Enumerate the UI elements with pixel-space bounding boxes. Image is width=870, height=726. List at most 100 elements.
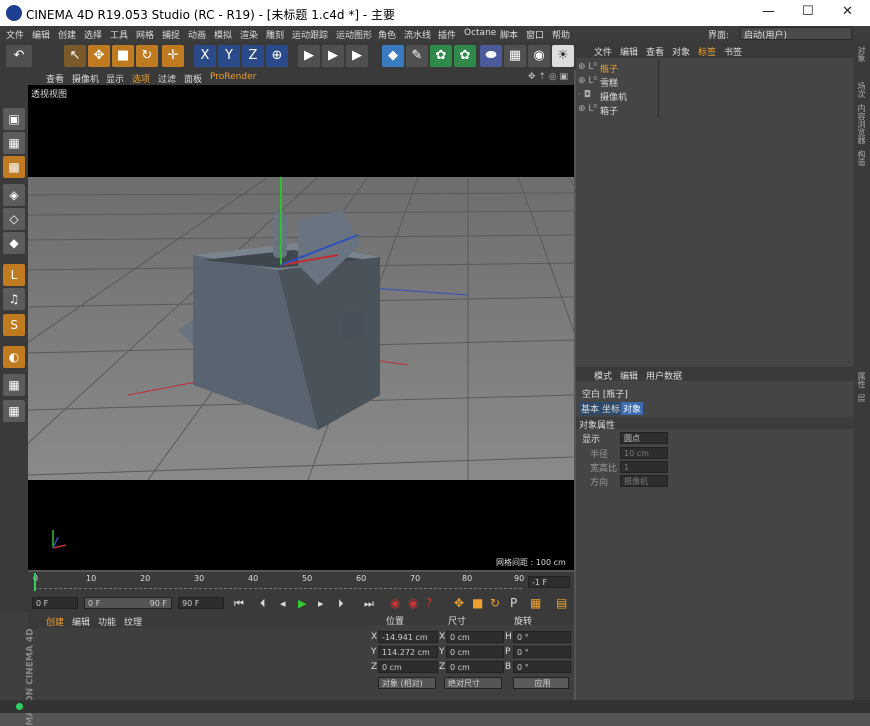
prop-display-dropdown[interactable]: 圆点	[620, 432, 668, 444]
z-axis-lock-icon[interactable]: Z	[242, 45, 264, 67]
perspective-viewport[interactable]: 透视视图 网格间距 : 100 cm	[28, 85, 574, 570]
side-tab-attributes[interactable]: 属性	[856, 372, 867, 388]
menu-select[interactable]: 选择	[84, 28, 102, 41]
material-menu-create[interactable]: 创建	[46, 615, 64, 628]
undo-icon[interactable]: ↶	[6, 45, 32, 67]
playhead[interactable]	[34, 573, 36, 591]
cube-icon[interactable]: ◆	[382, 45, 404, 67]
array-icon[interactable]: ✿	[454, 45, 476, 67]
objects-menu-tags[interactable]: 标签	[698, 45, 716, 58]
menu-edit[interactable]: 编辑	[32, 28, 50, 41]
pos-z-field[interactable]: 0 cm	[378, 661, 438, 673]
layout-dropdown[interactable]: 启动(用户)	[740, 27, 852, 41]
material-menu-function[interactable]: 功能	[98, 615, 116, 628]
menu-animate[interactable]: 动画	[188, 28, 206, 41]
prop-radius-field[interactable]: 10 cm	[620, 447, 668, 459]
menu-mesh[interactable]: 网格	[136, 28, 154, 41]
prev-key-icon[interactable]: ⏴	[260, 597, 266, 611]
floor-icon[interactable]: ▦	[504, 45, 526, 67]
rot-p-field[interactable]: 0 °	[513, 646, 571, 658]
menu-simulate[interactable]: 模拟	[214, 28, 232, 41]
menu-pipeline[interactable]: 流水线	[404, 28, 431, 41]
frame-range-slider[interactable]: 0 F 90 F	[84, 597, 172, 609]
render-view-icon[interactable]: ▶	[298, 45, 320, 67]
key-rotation-icon[interactable]: ↻	[490, 596, 500, 610]
viewport-nav-icon[interactable]: ✥ ⇡ ◎ ▣	[528, 72, 568, 82]
attributes-menu-mode[interactable]: 模式	[594, 369, 612, 382]
lock-grid-icon[interactable]: ▦	[3, 400, 25, 422]
key-parameter-icon[interactable]: P	[510, 596, 517, 610]
menu-plugins[interactable]: 插件	[438, 28, 456, 41]
next-key-icon[interactable]: ⏵	[338, 597, 344, 611]
list-item[interactable]: ⊕ L⁰ 瓶子	[578, 62, 654, 75]
play-icon[interactable]: ▶	[298, 597, 306, 610]
timeline-ruler[interactable]: 0 10 20 30 40 50 60 70 80 90 -1 F	[28, 572, 574, 594]
pos-x-field[interactable]: -14.941 cm	[378, 631, 438, 643]
minimize-button[interactable]: —	[762, 4, 775, 19]
menu-render[interactable]: 渲染	[240, 28, 258, 41]
scale-tool-icon[interactable]: ■	[112, 45, 134, 67]
menu-snap[interactable]: 捕捉	[162, 28, 180, 41]
viewport-menu-options[interactable]: 选项	[132, 72, 150, 85]
rotate-tool-icon[interactable]: ↻	[136, 45, 158, 67]
viewport-menu-display[interactable]: 显示	[106, 72, 124, 85]
edges-mode-icon[interactable]: ◇	[3, 208, 25, 230]
tab-object[interactable]: 对象	[621, 402, 644, 415]
move-tool-icon[interactable]: ✥	[88, 45, 110, 67]
object-name[interactable]: 瓶子	[600, 62, 618, 75]
menu-octane[interactable]: Octane	[464, 28, 496, 38]
size-x-field[interactable]: 0 cm	[446, 631, 504, 643]
objects-menu-file[interactable]: 文件	[594, 45, 612, 58]
subdivision-icon[interactable]: ✿	[430, 45, 452, 67]
tweak-mode-icon[interactable]: ♫	[3, 288, 25, 310]
size-z-field[interactable]: 0 cm	[446, 661, 504, 673]
key-position-icon[interactable]: ✥	[454, 596, 464, 610]
menu-help[interactable]: 帮助	[552, 28, 570, 41]
prop-orientation-dropdown[interactable]: 摄像机	[620, 475, 668, 487]
viewport-menu-camera[interactable]: 摄像机	[72, 72, 99, 85]
menu-file[interactable]: 文件	[6, 28, 24, 41]
tab-basic[interactable]: 基本	[579, 402, 602, 415]
recent-tool-icon[interactable]: ✛	[162, 45, 184, 67]
material-menu-edit[interactable]: 编辑	[72, 615, 90, 628]
side-tab-objects[interactable]: 对象	[856, 46, 867, 62]
pen-spline-icon[interactable]: ✎	[406, 45, 428, 67]
object-name[interactable]: 雪糕	[600, 76, 618, 89]
current-frame-field[interactable]: -1 F	[528, 576, 570, 588]
next-frame-icon[interactable]: ▸	[318, 597, 324, 610]
viewport-menu-panel[interactable]: 面板	[184, 72, 202, 85]
object-name[interactable]: 箱子	[600, 104, 618, 117]
record-icon[interactable]: ◉	[390, 596, 400, 610]
coordinate-system-icon[interactable]: ⊕	[266, 45, 288, 67]
y-axis-lock-icon[interactable]: Y	[218, 45, 240, 67]
objects-menu-objects[interactable]: 对象	[672, 45, 690, 58]
attributes-menu-userdata[interactable]: 用户数据	[646, 369, 682, 382]
apply-button[interactable]: 应用	[513, 677, 569, 689]
key-scale-icon[interactable]: ■	[472, 596, 483, 610]
list-item[interactable]: ⊕ L⁰ 箱子	[578, 104, 654, 117]
render-picture-viewer-icon[interactable]: ▶	[322, 45, 344, 67]
menu-motion-tracking[interactable]: 运动跟踪	[292, 28, 328, 41]
menu-create[interactable]: 创建	[58, 28, 76, 41]
objects-menu-edit[interactable]: 编辑	[620, 45, 638, 58]
objects-menu-bookmarks[interactable]: 书签	[724, 45, 742, 58]
camera-icon[interactable]: ◉	[528, 45, 550, 67]
key-pla-icon[interactable]: ▦	[530, 596, 541, 610]
side-tab-structure[interactable]: 构造	[856, 150, 867, 166]
timeline-window-icon[interactable]: ▤	[556, 596, 567, 610]
menu-tools[interactable]: 工具	[110, 28, 128, 41]
viewport-menu-view[interactable]: 查看	[46, 72, 64, 85]
rot-b-field[interactable]: 0 °	[513, 661, 571, 673]
select-tool-icon[interactable]: ↖	[64, 45, 86, 67]
autokey-icon[interactable]: ◉	[408, 596, 418, 610]
make-editable-icon[interactable]: ▣	[3, 108, 25, 130]
rot-h-field[interactable]: 0 °	[513, 631, 571, 643]
close-button[interactable]: ✕	[842, 4, 853, 19]
goto-end-icon[interactable]: ⏭	[364, 597, 374, 611]
grid-icon[interactable]: ▦	[3, 374, 25, 396]
coord-mode-dropdown[interactable]: 对象 (相对)	[378, 677, 436, 689]
material-menu-texture[interactable]: 纹理	[124, 615, 142, 628]
polygons-mode-icon[interactable]: ◆	[3, 232, 25, 254]
attributes-menu-edit[interactable]: 编辑	[620, 369, 638, 382]
viewport-menu-filter[interactable]: 过滤	[158, 72, 176, 85]
